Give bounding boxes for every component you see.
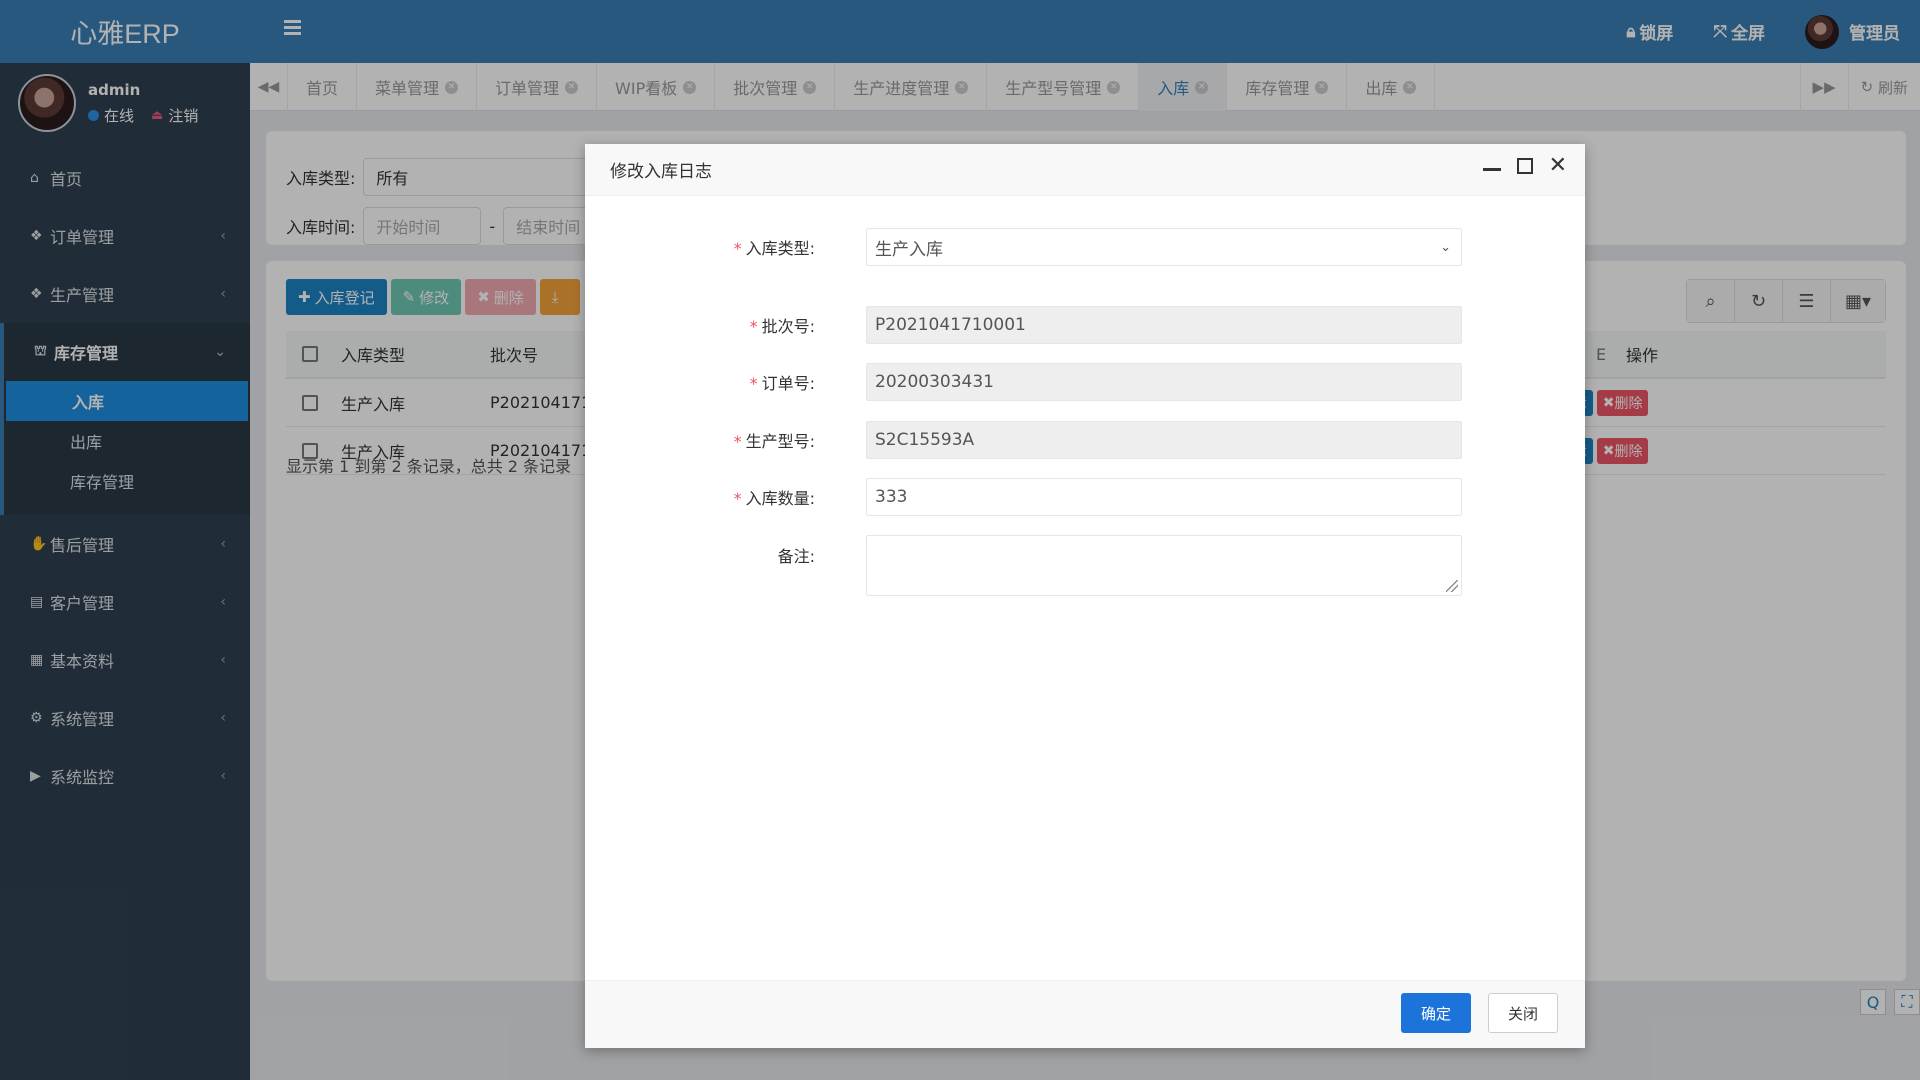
field-label-model: * 生产型号: [733,432,815,451]
minimize-icon[interactable] [1482,167,1501,171]
stock-in-type-select[interactable]: 生产入库 ⌄ [866,228,1462,266]
production-model-field[interactable]: S2C15593A [866,421,1462,459]
quantity-field[interactable]: 333 [866,478,1462,516]
batch-number-field[interactable]: P2021041710001 [866,306,1462,344]
close-button[interactable]: 关闭 [1488,993,1558,1033]
order-number-field[interactable]: 20200303431 [866,363,1462,401]
field-label-qty: * 入库数量: [733,489,815,508]
stock-in-type-value: 生产入库 [875,239,943,260]
chevron-down-icon: ⌄ [1440,239,1451,255]
edit-stock-in-dialog: 修改入库日志 ✕ * 入库类型: 生产入库 ⌄ * 批次号: P2021041710… [585,144,1585,1048]
confirm-button[interactable]: 确定 [1401,993,1471,1033]
dialog-footer: 确定 关闭 [585,980,1585,1048]
field-label-order: * 订单号: [749,374,815,393]
close-icon[interactable]: ✕ [1549,155,1567,177]
remark-textarea[interactable] [866,535,1462,596]
field-label-batch: * 批次号: [749,317,815,336]
dialog-title: 修改入库日志 [610,162,712,182]
dialog-header: 修改入库日志 ✕ [585,144,1585,196]
field-label-type: * 入库类型: [733,239,815,258]
maximize-icon[interactable] [1516,158,1533,174]
resize-handle-icon[interactable] [1446,580,1458,592]
field-label-remark: 备注: [777,547,815,566]
